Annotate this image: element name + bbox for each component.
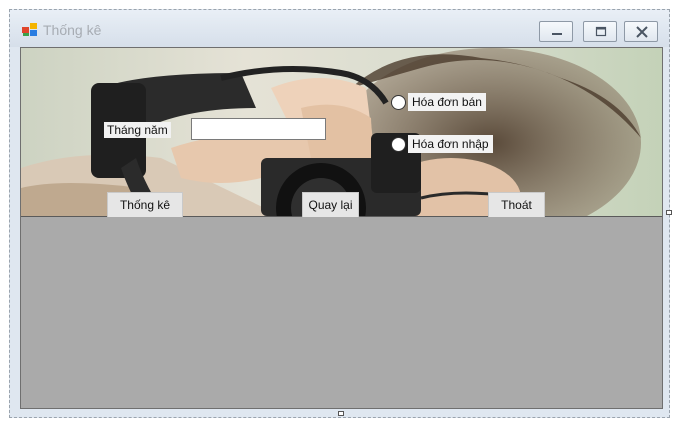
main-window: Thống kê Tháng năm Hóa đơn bán Hóa đơn n…	[9, 9, 672, 418]
statistics-button[interactable]: Thống kê	[107, 192, 183, 218]
data-grid[interactable]	[21, 217, 662, 408]
resize-handle-bottom[interactable]	[338, 411, 344, 416]
radio-sales-invoice-label[interactable]: Hóa đơn bán	[408, 93, 486, 111]
maximize-icon	[595, 26, 607, 37]
radio-purchase-invoice[interactable]	[391, 137, 406, 152]
close-button[interactable]	[624, 21, 658, 42]
maximize-button[interactable]	[583, 21, 617, 42]
close-icon	[636, 26, 648, 38]
resize-handle-right[interactable]	[666, 210, 672, 215]
app-icon	[22, 23, 37, 36]
window-title: Thống kê	[43, 22, 102, 38]
exit-button[interactable]: Thoát	[488, 192, 545, 218]
month-year-label: Tháng năm	[104, 122, 171, 138]
back-button[interactable]: Quay lại	[302, 192, 359, 218]
radio-sales-invoice[interactable]	[391, 95, 406, 110]
client-area: Tháng năm Hóa đơn bán Hóa đơn nhập Thống…	[20, 47, 663, 409]
radio-purchase-invoice-label[interactable]: Hóa đơn nhập	[408, 135, 493, 153]
month-year-input[interactable]	[191, 118, 326, 140]
minimize-icon	[552, 33, 562, 35]
title-bar[interactable]: Thống kê	[10, 10, 669, 47]
minimize-button[interactable]	[539, 21, 573, 42]
